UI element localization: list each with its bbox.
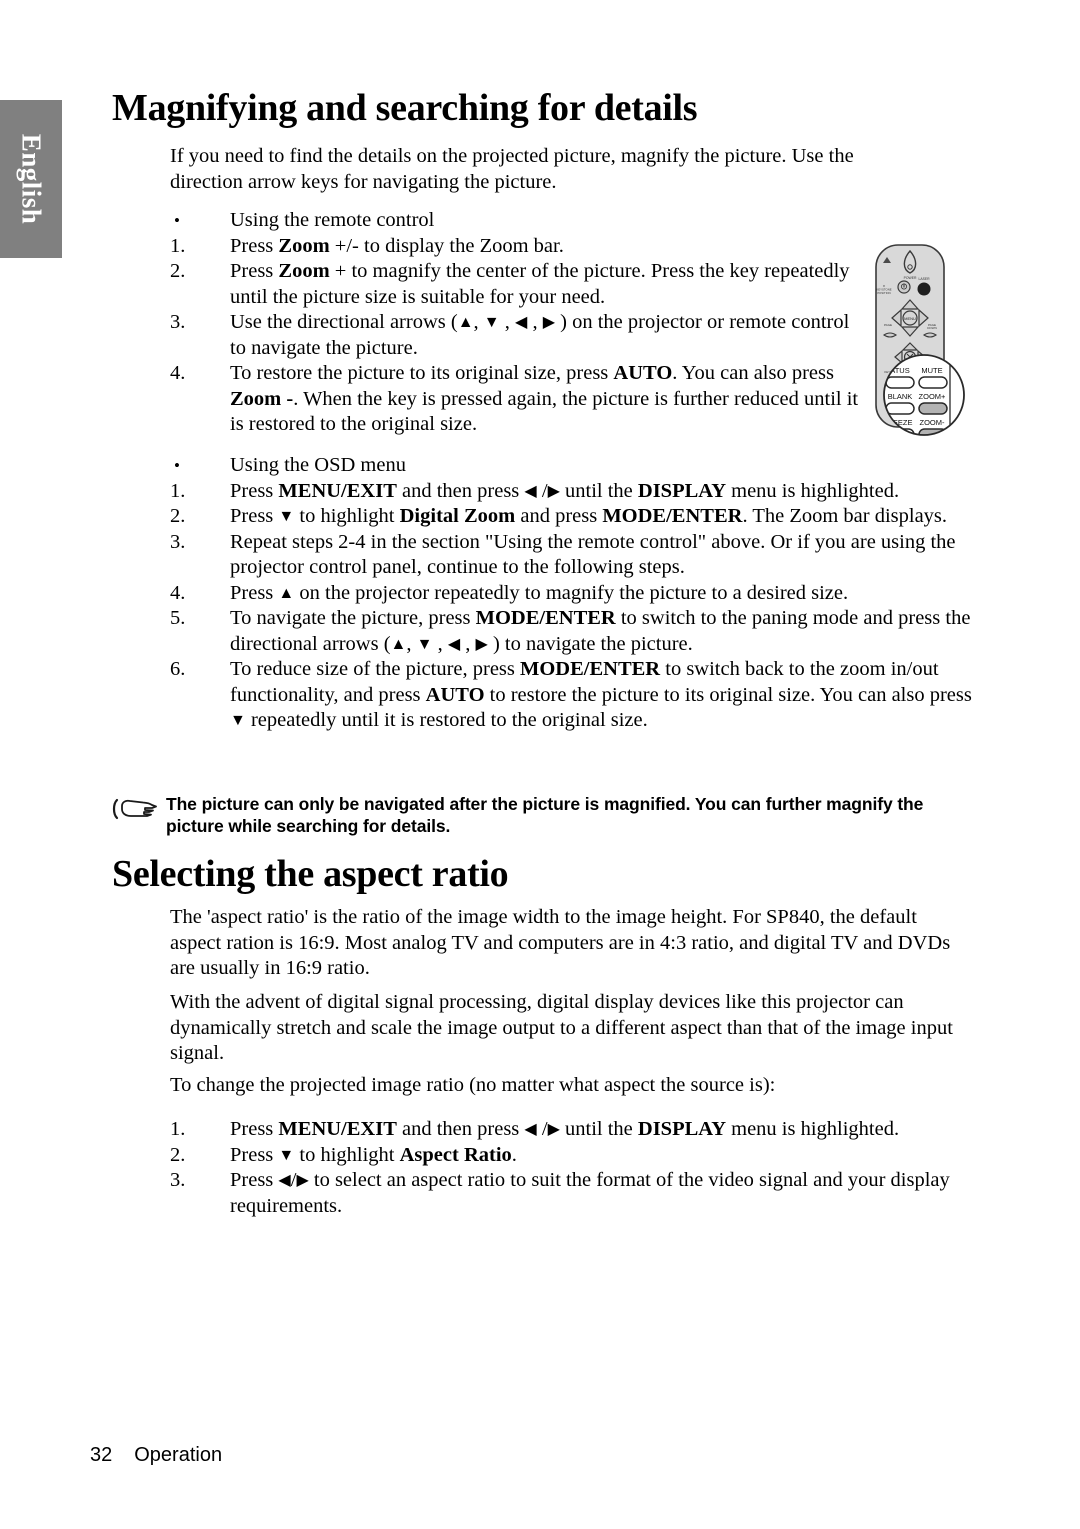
list-marker: 2. bbox=[170, 505, 186, 527]
list-item-text: Press ◀/▶ to select an aspect ratio to s… bbox=[230, 1169, 950, 1217]
list-item-text: Press MENU/EXIT and then press ◀ /▶ unti… bbox=[230, 479, 900, 502]
list-item: 1. Press MENU/EXIT and then press ◀ /▶ u… bbox=[170, 479, 975, 505]
list-item: 3. Press ◀/▶ to select an aspect ratio t… bbox=[170, 1168, 975, 1219]
list-item-text: Use the directional arrows (▲, ▼ , ◀ , ▶… bbox=[230, 311, 850, 359]
note-callout: The picture can only be navigated after … bbox=[112, 793, 972, 837]
list-marker: 2. bbox=[170, 1143, 186, 1166]
arrow-down-icon: ▼ bbox=[278, 1146, 295, 1164]
list-marker: 2. bbox=[170, 260, 186, 282]
arrow-down-icon: ▼ bbox=[483, 314, 500, 331]
list-item-text: Press ▼ to highlight Digital Zoom and pr… bbox=[230, 505, 948, 527]
arrow-right-icon: ▶ bbox=[547, 482, 560, 500]
arrow-right-icon: ▶ bbox=[475, 635, 488, 653]
list-item: 5. To navigate the picture, press MODE/E… bbox=[170, 606, 975, 657]
list-item: 2. Press Zoom + to magnify the center of… bbox=[170, 259, 870, 310]
arrow-up-icon: ▲ bbox=[457, 314, 474, 331]
svg-text:MENU: MENU bbox=[904, 316, 916, 321]
arrow-right-icon: ▶ bbox=[547, 1121, 560, 1138]
magnify-intro-paragraph: If you need to find the details on the p… bbox=[170, 145, 854, 193]
list-marker: 3. bbox=[170, 530, 186, 553]
list-item-text: Press ▲ on the projector repeatedly to m… bbox=[230, 581, 849, 604]
list-item: 1. Press MENU/EXIT and then press ◀ /▶ u… bbox=[170, 1117, 975, 1143]
list-marker: 4. bbox=[170, 581, 186, 604]
aspect-paragraph-2: With the advent of digital signal proces… bbox=[170, 991, 953, 1064]
svg-text:POWER: POWER bbox=[904, 276, 917, 280]
osd-menu-list: • Using the OSD menu 1. Press MENU/EXIT … bbox=[170, 453, 975, 734]
list-item-text: Repeat steps 2-4 in the section "Using t… bbox=[230, 530, 956, 579]
list-item-text: Press Zoom +/- to display the Zoom bar. bbox=[230, 234, 564, 257]
language-tab: English bbox=[0, 100, 62, 258]
list-marker: 1. bbox=[170, 1118, 186, 1140]
aspect-paragraph-1: The 'aspect ratio' is the ratio of the i… bbox=[170, 906, 951, 979]
bullet-icon: • bbox=[174, 456, 180, 475]
list-item: 2. Press ▼ to highlight Aspect Ratio. bbox=[170, 1143, 975, 1169]
footer-page-number: 32 bbox=[90, 1444, 113, 1466]
page-title-magnifying: Magnifying and searching for details bbox=[112, 87, 698, 129]
note-text: The picture can only be navigated after … bbox=[166, 794, 924, 836]
arrow-up-icon: ▲ bbox=[390, 635, 407, 653]
svg-text:POSITION: POSITION bbox=[877, 291, 890, 295]
list-marker: 6. bbox=[170, 658, 186, 680]
list-item: 2. Press ▼ to highlight Digital Zoom and… bbox=[170, 504, 975, 530]
arrow-up-icon: ▲ bbox=[278, 584, 295, 602]
list-item: 1. Press Zoom +/- to display the Zoom ba… bbox=[170, 234, 870, 260]
list-item-text: Press Zoom + to magnify the center of th… bbox=[230, 260, 850, 308]
arrow-down-icon: ▼ bbox=[278, 508, 295, 525]
arrow-right-icon: ▶ bbox=[542, 314, 556, 331]
list-item-remote-heading: • Using the remote control bbox=[170, 208, 870, 234]
list-item-text: Press ▼ to highlight Aspect Ratio. bbox=[230, 1143, 517, 1166]
aspect-paragraph-3: To change the projected image ratio (no … bbox=[170, 1074, 776, 1096]
list-item-text: To navigate the picture, press MODE/ENTE… bbox=[230, 607, 971, 655]
list-marker: 4. bbox=[170, 362, 186, 384]
arrow-left-icon: ◀ bbox=[524, 1121, 537, 1138]
arrow-down-icon: ▼ bbox=[416, 635, 433, 653]
list-marker: 3. bbox=[170, 311, 186, 333]
remote-control-illustration: POWER LASER 8 KEYSTONE POSITION MENU PAG… bbox=[862, 243, 988, 438]
arrow-left-icon: ◀ bbox=[278, 1172, 291, 1189]
list-marker: 1. bbox=[170, 234, 186, 257]
svg-text:MUTE: MUTE bbox=[921, 366, 942, 375]
remote-heading-label: Using the remote control bbox=[230, 209, 435, 231]
osd-heading-label: Using the OSD menu bbox=[230, 454, 406, 476]
list-item: 4. To restore the picture to its origina… bbox=[170, 361, 870, 438]
arrow-left-icon: ◀ bbox=[524, 482, 537, 500]
arrow-left-icon: ◀ bbox=[447, 635, 461, 653]
svg-text:BLANK: BLANK bbox=[888, 392, 913, 401]
page-title-aspect-ratio: Selecting the aspect ratio bbox=[112, 853, 509, 895]
page-footer: 32 Operation bbox=[90, 1444, 222, 1467]
svg-text:DOWN: DOWN bbox=[927, 326, 937, 330]
pointing-hand-icon bbox=[112, 793, 166, 828]
remote-control-list: • Using the remote control 1. Press Zoom… bbox=[170, 208, 870, 438]
svg-text:PAGE: PAGE bbox=[884, 323, 892, 327]
language-tab-label: English bbox=[16, 133, 47, 225]
list-item: 4. Press ▲ on the projector repeatedly t… bbox=[170, 581, 975, 607]
list-item-text: To reduce size of the picture, press MOD… bbox=[230, 658, 972, 731]
aspect-steps-list: 1. Press MENU/EXIT and then press ◀ /▶ u… bbox=[170, 1117, 975, 1219]
arrow-right-icon: ▶ bbox=[296, 1172, 309, 1189]
footer-chapter-label: Operation bbox=[134, 1444, 223, 1466]
arrow-left-icon: ◀ bbox=[515, 314, 528, 331]
svg-text:ZOOM-: ZOOM- bbox=[920, 418, 945, 427]
list-marker: 1. bbox=[170, 479, 186, 502]
list-item: 3. Repeat steps 2-4 in the section "Usin… bbox=[170, 530, 975, 581]
list-item: 6. To reduce size of the picture, press … bbox=[170, 657, 975, 734]
list-item: 3. Use the directional arrows (▲, ▼ , ◀ … bbox=[170, 310, 870, 361]
list-item-text: Press MENU/EXIT and then press ◀ /▶ unti… bbox=[230, 1118, 900, 1140]
list-marker: 3. bbox=[170, 1169, 186, 1191]
list-marker: 5. bbox=[170, 607, 186, 629]
list-item-osd-heading: • Using the OSD menu bbox=[170, 453, 975, 479]
list-item-text: To restore the picture to its original s… bbox=[230, 362, 859, 435]
svg-text:ZOOM+: ZOOM+ bbox=[919, 392, 946, 401]
svg-text:LASER: LASER bbox=[918, 277, 930, 281]
arrow-down-icon: ▼ bbox=[230, 712, 246, 729]
bullet-icon: • bbox=[174, 211, 180, 230]
